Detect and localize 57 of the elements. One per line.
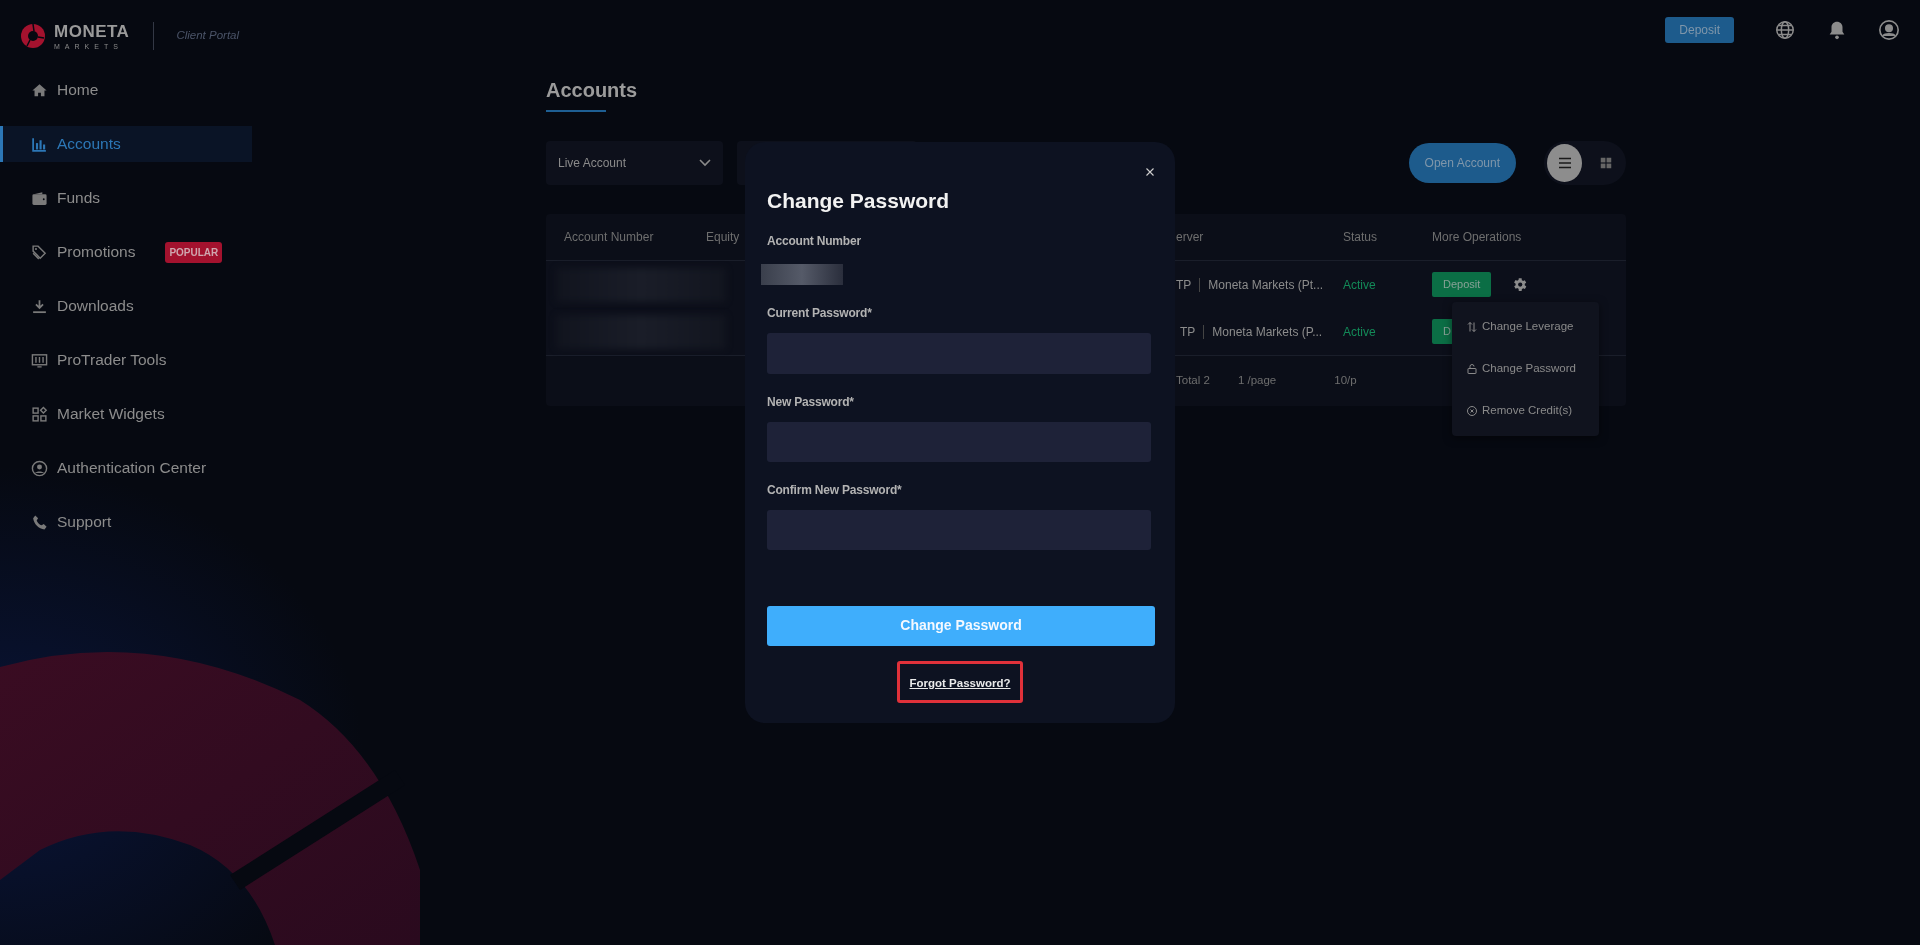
status-text: Active [1343, 324, 1376, 339]
field-label: Account Number [767, 233, 862, 250]
forgot-password-link[interactable]: Forgot Password? [909, 677, 1011, 689]
download-icon [31, 297, 48, 315]
sidebar-item[interactable]: Accounts [0, 126, 252, 162]
sidebar-item[interactable]: Authentication Center [0, 450, 252, 486]
popular-badge: POPULAR [165, 241, 223, 263]
widgets-icon [31, 405, 48, 423]
sidebar-item[interactable]: Downloads [0, 288, 252, 324]
circle-x-icon [1466, 405, 1478, 417]
page-size-text: 1 /page [1237, 373, 1277, 389]
dialog-title: Change Password [767, 188, 951, 214]
menu-item[interactable]: Change Password [1452, 348, 1599, 390]
menu-item[interactable]: Change Leverage [1452, 306, 1599, 348]
wallet-icon [31, 189, 48, 207]
gear-icon[interactable] [1511, 276, 1529, 293]
column-header: Account Number [564, 230, 654, 244]
field-label: Current Password* [767, 305, 873, 323]
table-cell-text: Moneta Markets (Pt... [1208, 276, 1324, 294]
sidebar-item[interactable]: Market Widgets [0, 396, 252, 432]
status-text: Active [1343, 277, 1376, 292]
field-label: New Password* [767, 393, 855, 411]
user-circle-icon [31, 459, 48, 477]
sidebar-item[interactable]: Promotions POPULAR [0, 234, 252, 270]
brand-name: MONETA [54, 22, 130, 40]
sidebar-item[interactable]: ProTrader Tools [0, 342, 252, 378]
tag-icon [31, 243, 48, 261]
arrows-icon [1466, 321, 1478, 333]
field-label: Confirm New Password* [767, 481, 903, 499]
lock-icon [1466, 363, 1478, 375]
list-view-button[interactable] [1547, 144, 1582, 182]
grid-icon [1598, 156, 1613, 170]
portal-label: Client Portal [176, 28, 240, 44]
per-page-select[interactable]: 10/p [1334, 372, 1357, 390]
logo-icon [20, 23, 46, 49]
sidebar-item[interactable]: Home [0, 72, 252, 108]
sidebar-item[interactable]: Funds [0, 180, 252, 216]
page-title: Accounts [546, 78, 639, 102]
chevron-down-icon [699, 159, 711, 167]
globe-icon[interactable] [1774, 19, 1796, 41]
total-count: Total 2 [1176, 373, 1210, 389]
account-type-select[interactable]: Live Account [546, 141, 723, 185]
user-icon[interactable] [1878, 19, 1900, 41]
table-cell-text: TP [1176, 276, 1192, 294]
sidebar-item[interactable]: Support [0, 504, 252, 540]
phone-icon [31, 513, 48, 531]
close-icon [1144, 165, 1156, 178]
home-icon [31, 81, 48, 99]
monitor-icon [31, 351, 48, 369]
menu-item[interactable]: Remove Credit(s) [1452, 390, 1599, 432]
table-cell-text: Moneta Markets (P... [1212, 323, 1323, 341]
column-header: More Operations [1432, 229, 1522, 246]
column-header: erver [1176, 229, 1204, 246]
table-cell-text: TP [1180, 323, 1196, 341]
column-header: Equity [706, 230, 740, 244]
column-header: Status [1343, 230, 1378, 244]
bar-chart-icon [31, 135, 48, 153]
